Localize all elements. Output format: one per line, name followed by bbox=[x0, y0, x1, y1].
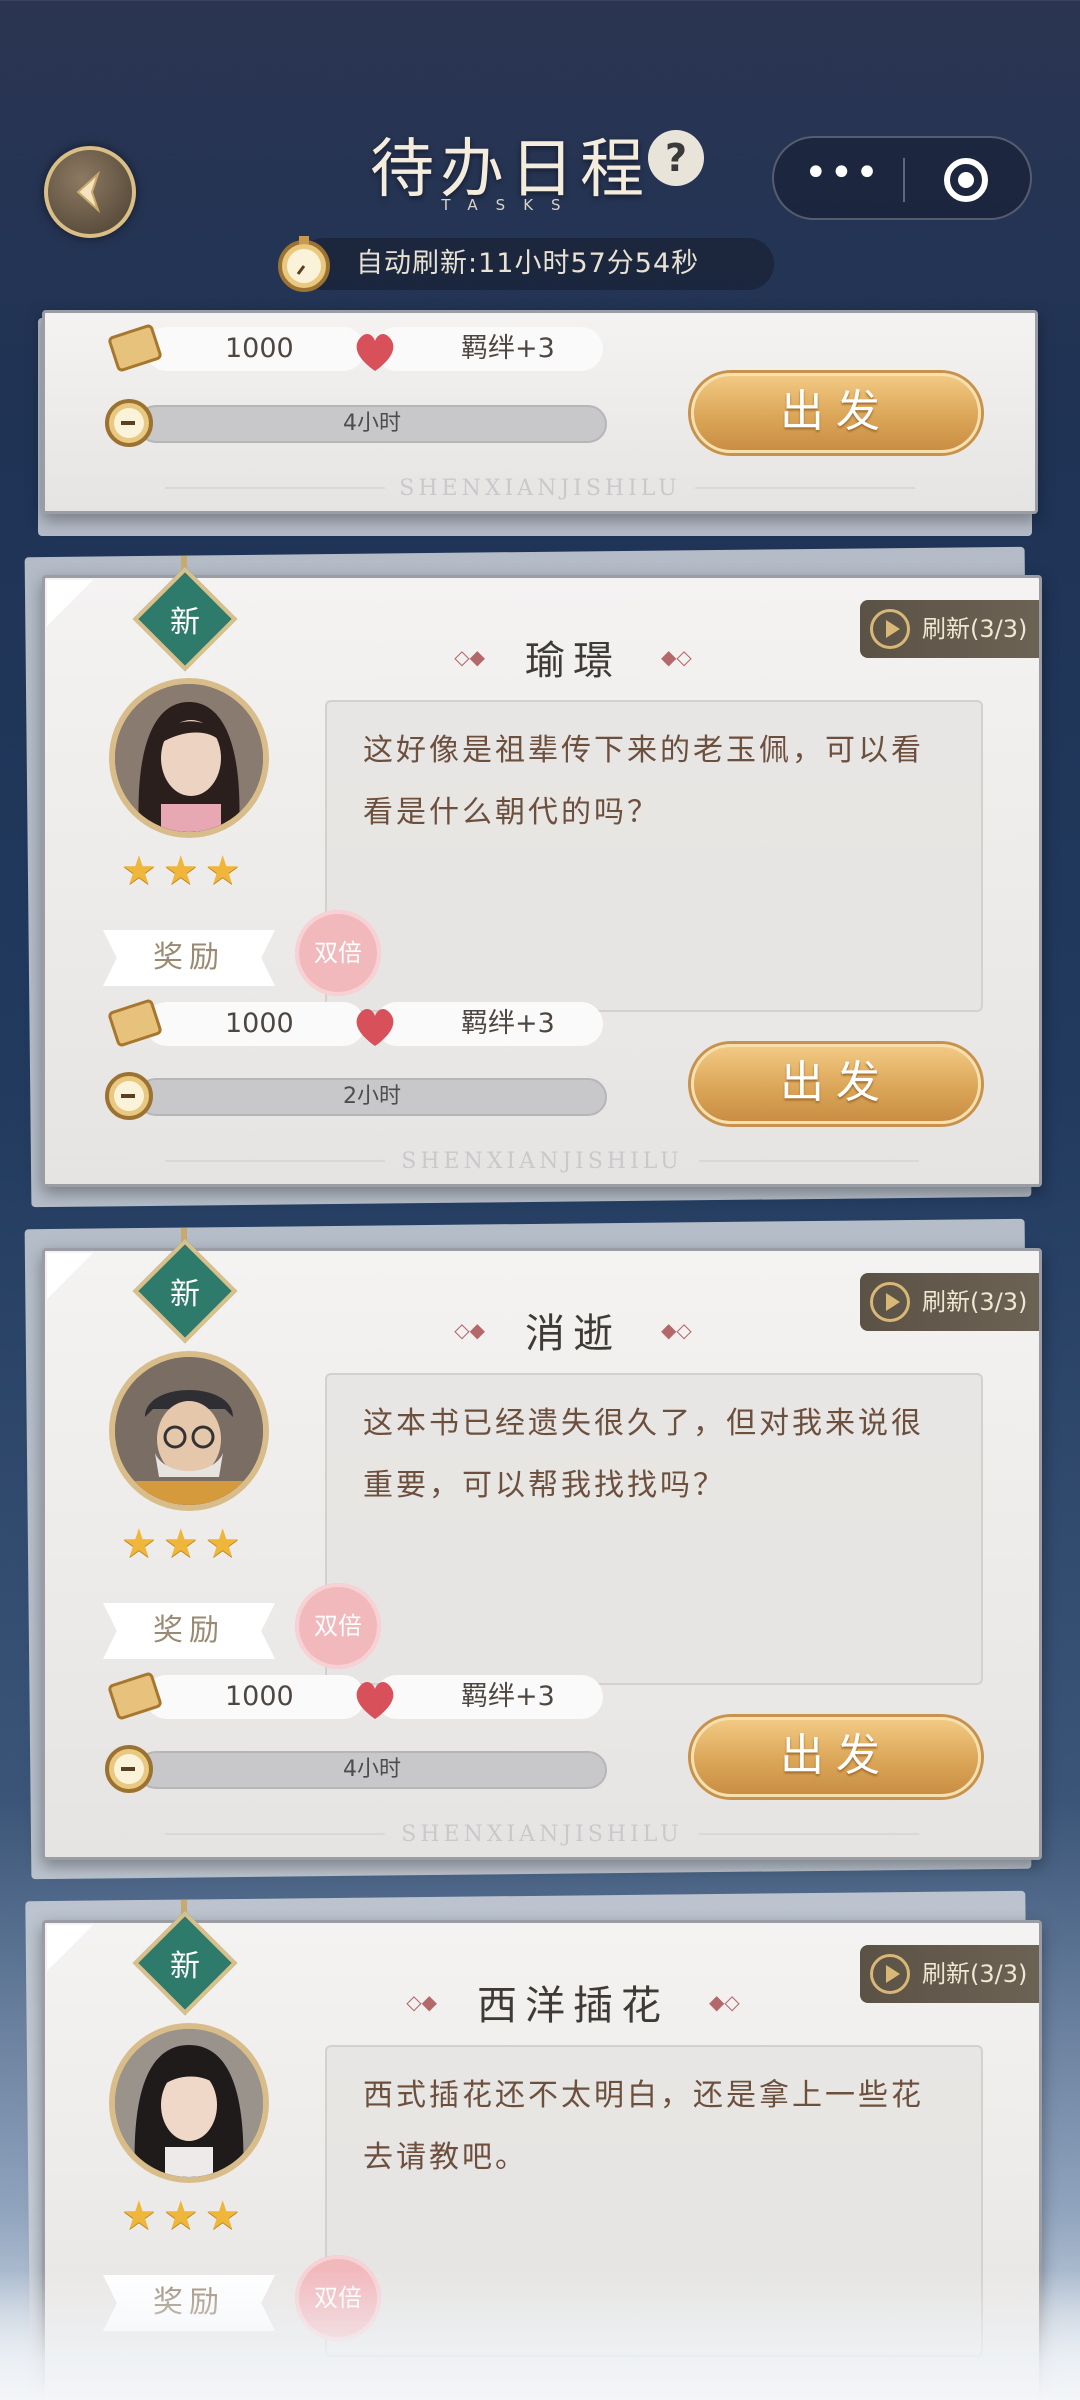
reward-bond-pill: 羁绊+3 bbox=[375, 327, 603, 371]
stopwatch-icon bbox=[105, 399, 153, 447]
reward-coin-pill: 1000 bbox=[145, 327, 365, 371]
corner-fold bbox=[47, 1925, 93, 1971]
corner-fold bbox=[47, 1253, 93, 1299]
refresh-count: 刷新(3/3) bbox=[922, 1960, 1028, 1988]
corner-fold bbox=[47, 580, 93, 626]
help-button[interactable]: ? bbox=[648, 130, 704, 186]
reward-bond-value: 羁绊+3 bbox=[461, 1681, 555, 1712]
pocket-watch-icon bbox=[278, 236, 330, 292]
ticket-icon bbox=[108, 999, 162, 1047]
more-menu-button[interactable]: ••• bbox=[804, 153, 879, 204]
go-button[interactable]: 出发 bbox=[691, 373, 981, 453]
star-rating: ★★★ bbox=[121, 2193, 247, 2239]
stopwatch-icon bbox=[105, 1072, 153, 1120]
reward-coin-pill: 1000 bbox=[145, 1002, 365, 1046]
heart-icon bbox=[356, 1682, 394, 1719]
new-tag-label: 新 bbox=[170, 1277, 200, 1312]
npc-portrait-icon bbox=[115, 2029, 263, 2177]
watermark: SHENXIANJISHILU bbox=[399, 476, 681, 501]
task-description: 这本书已经遗失很久了，但对我来说很重要，可以帮我找找吗？ bbox=[325, 1373, 983, 1685]
reward-coin-pill: 1000 bbox=[145, 1675, 365, 1719]
watermark: SHENXIANJISHILU bbox=[401, 1149, 683, 1174]
auto-refresh-timer: 自动刷新:11小时57分54秒 bbox=[298, 238, 774, 290]
back-button[interactable] bbox=[44, 146, 136, 238]
task-card-3: ◇◆ 消逝 ◆◇ 刷新(3/3) 这本书已经遗失很久了，但对我来说很重要，可以帮… bbox=[42, 1248, 1042, 1860]
refresh-count: 刷新(3/3) bbox=[922, 1288, 1028, 1316]
refresh-button[interactable]: 刷新(3/3) bbox=[860, 600, 1039, 658]
bottom-mist bbox=[0, 2270, 1080, 2400]
refresh-button[interactable]: 刷新(3/3) bbox=[860, 1273, 1039, 1331]
new-tag-label: 新 bbox=[170, 605, 200, 640]
heart-icon bbox=[356, 334, 394, 371]
heart-icon bbox=[356, 1009, 394, 1046]
task-title: 消逝 bbox=[525, 1311, 621, 1357]
refresh-button[interactable]: 刷新(3/3) bbox=[860, 1945, 1039, 2003]
task-card-2: ◇◆ 瑜璟 ◆◇ 刷新(3/3) 这好像是祖辈传下来的老玉佩，可以看看是什么朝代… bbox=[42, 575, 1042, 1187]
npc-avatar bbox=[109, 1351, 269, 1511]
npc-portrait-icon bbox=[115, 1357, 263, 1505]
ticket-icon bbox=[108, 324, 162, 372]
double-reward-badge: 双倍 bbox=[295, 1583, 381, 1669]
star-rating: ★★★ bbox=[121, 848, 247, 894]
new-tag-label: 新 bbox=[170, 1949, 200, 1984]
duration-bar: 4小时 bbox=[137, 405, 607, 443]
reward-coin-value: 1000 bbox=[225, 1008, 294, 1039]
close-miniprogram-icon[interactable] bbox=[944, 158, 988, 202]
task-title: 西洋插花 bbox=[477, 1983, 669, 2029]
npc-avatar bbox=[109, 678, 269, 838]
task-description: 这好像是祖辈传下来的老玉佩，可以看看是什么朝代的吗？ bbox=[325, 700, 983, 1012]
reward-coin-value: 1000 bbox=[225, 1681, 294, 1712]
reward-bond-pill: 羁绊+3 bbox=[375, 1002, 603, 1046]
double-reward-badge: 双倍 bbox=[295, 910, 381, 996]
reward-coin-value: 1000 bbox=[225, 333, 294, 364]
watermark: SHENXIANJISHILU bbox=[401, 1822, 683, 1847]
ornament-left: ◇◆ bbox=[454, 645, 485, 669]
capsule-divider bbox=[903, 158, 905, 202]
miniprogram-capsule: ••• bbox=[772, 136, 1032, 220]
duration-bar: 4小时 bbox=[137, 1751, 607, 1789]
reward-bond-value: 羁绊+3 bbox=[461, 333, 555, 364]
reward-bond-value: 羁绊+3 bbox=[461, 1008, 555, 1039]
play-icon bbox=[870, 609, 910, 649]
page-subtitle: TASKS bbox=[441, 196, 579, 214]
ornament-right: ◆◇ bbox=[709, 1990, 740, 2014]
ornament-left: ◇◆ bbox=[406, 1990, 437, 2014]
ornament-right: ◆◇ bbox=[661, 1318, 692, 1342]
refresh-count: 刷新(3/3) bbox=[922, 615, 1028, 643]
stopwatch-icon bbox=[105, 1745, 153, 1793]
npc-portrait-icon bbox=[115, 684, 263, 832]
task-card-1: 1000 羁绊+3 4小时 出发 SHENXIANJISHILU bbox=[42, 310, 1038, 514]
go-button[interactable]: 出发 bbox=[691, 1717, 981, 1797]
npc-avatar bbox=[109, 2023, 269, 2183]
ornament-left: ◇◆ bbox=[454, 1318, 485, 1342]
star-rating: ★★★ bbox=[121, 1521, 247, 1567]
back-arrow-icon bbox=[76, 170, 101, 214]
play-icon bbox=[870, 1282, 910, 1322]
reward-label: 奖励 bbox=[103, 930, 275, 986]
go-button[interactable]: 出发 bbox=[691, 1044, 981, 1124]
ticket-icon bbox=[108, 1672, 162, 1720]
task-title: 瑜璟 bbox=[525, 638, 621, 684]
duration-bar: 2小时 bbox=[137, 1078, 607, 1116]
reward-label: 奖励 bbox=[103, 1603, 275, 1659]
play-icon bbox=[870, 1954, 910, 1994]
reward-bond-pill: 羁绊+3 bbox=[375, 1675, 603, 1719]
ornament-right: ◆◇ bbox=[661, 645, 692, 669]
